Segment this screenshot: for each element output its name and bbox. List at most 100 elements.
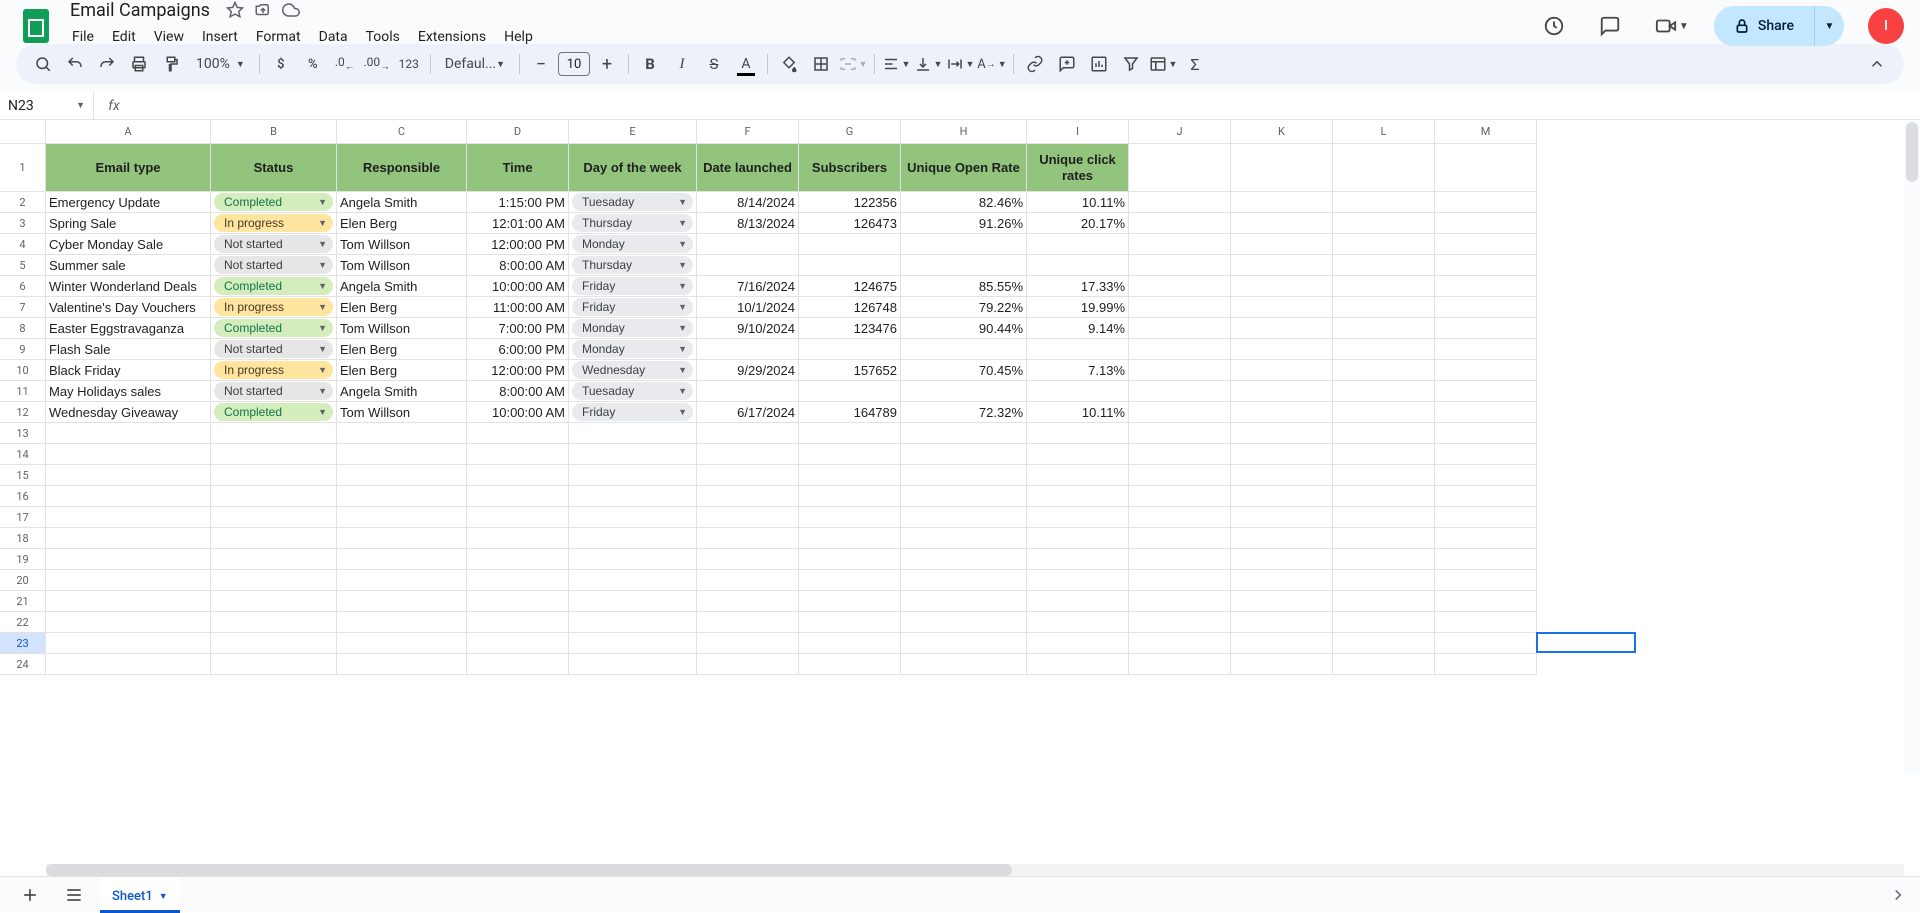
cell-r13-L[interactable]: [1333, 423, 1435, 444]
cell-r3-I[interactable]: 20.17%: [1027, 213, 1129, 234]
cell-r24-G[interactable]: [799, 654, 901, 675]
cell-r17-M[interactable]: [1435, 507, 1537, 528]
cell-r3-B[interactable]: In progress▼: [211, 213, 337, 234]
cell-r14-M[interactable]: [1435, 444, 1537, 465]
cell-r8-J[interactable]: [1129, 318, 1231, 339]
cell-r3-A[interactable]: Spring Sale: [46, 213, 211, 234]
cell-r20-D[interactable]: [467, 570, 569, 591]
cell-r23-B[interactable]: [211, 633, 337, 654]
cell-r9-J[interactable]: [1129, 339, 1231, 360]
cell-r9-G[interactable]: [799, 339, 901, 360]
row-header-1[interactable]: 1: [0, 144, 46, 192]
cell-r9-B[interactable]: Not started▼: [211, 339, 337, 360]
cell-r2-I[interactable]: 10.11%: [1027, 192, 1129, 213]
cell-r2-C[interactable]: Angela Smith: [337, 192, 467, 213]
cell-r12-H[interactable]: 72.32%: [901, 402, 1027, 423]
cell-r16-L[interactable]: [1333, 486, 1435, 507]
cell-r14-F[interactable]: [697, 444, 799, 465]
header-E[interactable]: Day of the week: [569, 144, 697, 192]
cell-r20-A[interactable]: [46, 570, 211, 591]
header-I[interactable]: Unique click rates: [1027, 144, 1129, 192]
cell-r23-D[interactable]: [467, 633, 569, 654]
cell-r13-C[interactable]: [337, 423, 467, 444]
cell-r14-A[interactable]: [46, 444, 211, 465]
cell-r18-K[interactable]: [1231, 528, 1333, 549]
cell-r20-J[interactable]: [1129, 570, 1231, 591]
cell-r13-H[interactable]: [901, 423, 1027, 444]
cell-r4-B-pill[interactable]: Not started▼: [214, 235, 333, 253]
cell-r5-I[interactable]: [1027, 255, 1129, 276]
cell-r22-G[interactable]: [799, 612, 901, 633]
cell-r19-I[interactable]: [1027, 549, 1129, 570]
cell-r10-I[interactable]: 7.13%: [1027, 360, 1129, 381]
cell-r21-E[interactable]: [569, 591, 697, 612]
cell-r23-M[interactable]: [1435, 633, 1537, 654]
cell-r15-C[interactable]: [337, 465, 467, 486]
row-header-24[interactable]: 24: [0, 654, 46, 675]
cell-r2-G[interactable]: 122356: [799, 192, 901, 213]
row-header-22[interactable]: 22: [0, 612, 46, 633]
cell-r4-M[interactable]: [1435, 234, 1537, 255]
cell-r7-B[interactable]: In progress▼: [211, 297, 337, 318]
cell-r18-F[interactable]: [697, 528, 799, 549]
cell-r4-F[interactable]: [697, 234, 799, 255]
cell-r23-G[interactable]: [799, 633, 901, 654]
zoom-select[interactable]: 100% ▼: [188, 49, 253, 79]
cell-r18-L[interactable]: [1333, 528, 1435, 549]
cell-r9-C[interactable]: Elen Berg: [337, 339, 467, 360]
header-M[interactable]: [1435, 144, 1537, 192]
cell-r9-F[interactable]: [697, 339, 799, 360]
cell-r4-K[interactable]: [1231, 234, 1333, 255]
print-icon[interactable]: [124, 49, 154, 79]
col-header-L[interactable]: L: [1333, 120, 1435, 144]
col-header-H[interactable]: H: [901, 120, 1027, 144]
cell-r11-C[interactable]: Angela Smith: [337, 381, 467, 402]
cell-r13-F[interactable]: [697, 423, 799, 444]
increase-decimal-icon[interactable]: .00→: [362, 49, 392, 79]
header-B[interactable]: Status: [211, 144, 337, 192]
cell-r6-K[interactable]: [1231, 276, 1333, 297]
text-wrap-icon[interactable]: ▼: [945, 49, 975, 79]
cell-r6-J[interactable]: [1129, 276, 1231, 297]
cell-r18-D[interactable]: [467, 528, 569, 549]
header-A[interactable]: Email type: [46, 144, 211, 192]
undo-icon[interactable]: [60, 49, 90, 79]
cell-r19-M[interactable]: [1435, 549, 1537, 570]
cell-r10-A[interactable]: Black Friday: [46, 360, 211, 381]
cell-r15-E[interactable]: [569, 465, 697, 486]
cell-r2-A[interactable]: Emergency Update: [46, 192, 211, 213]
row-header-4[interactable]: 4: [0, 234, 46, 255]
cell-r19-J[interactable]: [1129, 549, 1231, 570]
cell-r7-K[interactable]: [1231, 297, 1333, 318]
cell-r4-D[interactable]: 12:00:00 PM: [467, 234, 569, 255]
cell-r3-G[interactable]: 126473: [799, 213, 901, 234]
cell-r20-G[interactable]: [799, 570, 901, 591]
cell-r4-E[interactable]: Monday▼: [569, 234, 697, 255]
cell-r17-J[interactable]: [1129, 507, 1231, 528]
share-dropdown[interactable]: ▼: [1814, 6, 1844, 46]
cell-r5-H[interactable]: [901, 255, 1027, 276]
cell-r12-C[interactable]: Tom Willson: [337, 402, 467, 423]
comments-icon[interactable]: [1590, 6, 1630, 46]
cell-r6-F[interactable]: 7/16/2024: [697, 276, 799, 297]
cell-r13-B[interactable]: [211, 423, 337, 444]
cell-r17-C[interactable]: [337, 507, 467, 528]
cell-r8-G[interactable]: 123476: [799, 318, 901, 339]
explore-icon[interactable]: [1884, 881, 1912, 909]
percent-icon[interactable]: %: [298, 49, 328, 79]
cell-r2-H[interactable]: 82.46%: [901, 192, 1027, 213]
header-C[interactable]: Responsible: [337, 144, 467, 192]
cell-r20-K[interactable]: [1231, 570, 1333, 591]
cell-r12-M[interactable]: [1435, 402, 1537, 423]
cell-r9-D[interactable]: 6:00:00 PM: [467, 339, 569, 360]
cell-r11-E[interactable]: Tuesaday▼: [569, 381, 697, 402]
col-header-F[interactable]: F: [697, 120, 799, 144]
cell-r8-C[interactable]: Tom Willson: [337, 318, 467, 339]
merge-cells-icon[interactable]: ▼: [838, 49, 868, 79]
cell-r21-A[interactable]: [46, 591, 211, 612]
cell-r3-K[interactable]: [1231, 213, 1333, 234]
more-formats-icon[interactable]: 123: [394, 49, 424, 79]
cell-r10-E-pill[interactable]: Wednesday▼: [572, 361, 693, 379]
cell-r3-E[interactable]: Thursday▼: [569, 213, 697, 234]
cell-r16-C[interactable]: [337, 486, 467, 507]
